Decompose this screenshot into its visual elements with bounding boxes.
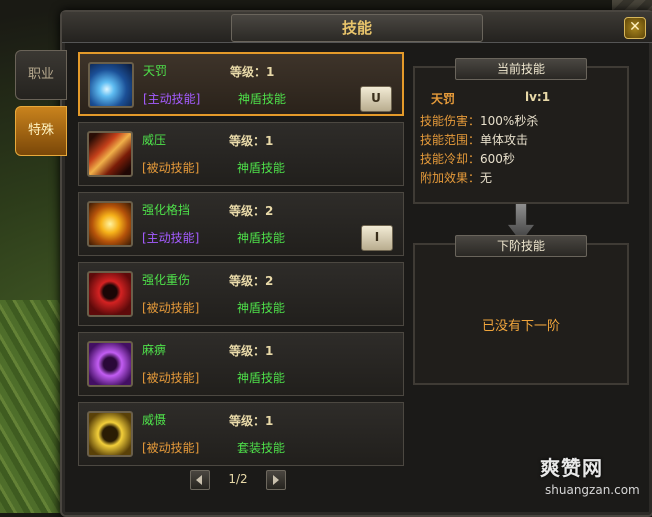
- close-button[interactable]: ✕: [624, 17, 646, 39]
- next-skill-header: 下阶技能: [455, 235, 587, 257]
- skill-row-paralysis[interactable]: 麻痹 等级：1 [被动技能] 神盾技能: [78, 332, 404, 396]
- tab-career[interactable]: 职业: [15, 50, 67, 100]
- skill-category: 神盾技能: [238, 92, 287, 106]
- next-page-button[interactable]: [266, 470, 286, 490]
- attr-value: 无: [480, 171, 493, 185]
- skill-type: [主动技能]: [143, 92, 201, 106]
- skill-list: 天罚 等级：1 [主动技能] 神盾技能 U 威压 等级：1 [被动技能] 神盾技…: [78, 52, 404, 496]
- skill-name: 威压: [142, 133, 167, 147]
- skill-row-enhanced-block[interactable]: 强化格挡 等级：2 [主动技能] 神盾技能 I: [78, 192, 404, 256]
- skill-level: 等级：1: [229, 344, 274, 358]
- hotkey-badge: I: [361, 225, 393, 251]
- skill-name: 麻痹: [142, 343, 167, 357]
- skill-name: 强化重伤: [142, 273, 191, 287]
- skill-category: 神盾技能: [237, 231, 286, 245]
- coercion-icon: [87, 131, 133, 177]
- watermark: 爽赞网: [540, 456, 603, 480]
- page-indicator: 1/2: [228, 472, 248, 486]
- skill-row-coercion[interactable]: 威压 等级：1 [被动技能] 神盾技能: [78, 122, 404, 186]
- tab-special[interactable]: 特殊: [15, 106, 67, 156]
- current-skill-level: lv:1: [525, 90, 551, 104]
- skill-level: 等级：2: [229, 274, 274, 288]
- attr-value: 600秒: [480, 152, 515, 166]
- current-skill-name: 天罚: [431, 92, 456, 106]
- chevron-right-icon: [273, 475, 279, 485]
- skill-row-divine-punishment[interactable]: 天罚 等级：1 [主动技能] 神盾技能 U: [78, 52, 404, 116]
- next-skill-panel: 下阶技能 已没有下一阶: [413, 235, 629, 385]
- attr-key: 附加效果：: [420, 171, 481, 185]
- skill-level: 等级：2: [229, 204, 274, 218]
- enhanced-wound-icon: [87, 271, 133, 317]
- chevron-left-icon: [196, 475, 202, 485]
- skill-type: [被动技能]: [142, 441, 200, 455]
- skill-type: [被动技能]: [142, 301, 200, 315]
- attr-value: 单体攻击: [480, 133, 529, 147]
- skill-name: 天罚: [143, 64, 168, 78]
- skill-category: 神盾技能: [237, 301, 286, 315]
- skill-type: [主动技能]: [142, 231, 200, 245]
- watermark-url: shuangzan.com: [545, 483, 640, 497]
- skill-row-enhanced-wound[interactable]: 强化重伤 等级：2 [被动技能] 神盾技能: [78, 262, 404, 326]
- skill-type: [被动技能]: [142, 371, 200, 385]
- skill-category: 神盾技能: [237, 371, 286, 385]
- skill-name: 威慑: [142, 413, 167, 427]
- skill-level: 等级：1: [229, 134, 274, 148]
- attr-range: 技能范围：单体攻击: [420, 131, 528, 148]
- attr-key: 技能范围：: [420, 133, 481, 147]
- pager: 1/2: [190, 470, 290, 490]
- skill-level: 等级：1: [230, 65, 275, 79]
- deterrence-icon: [87, 411, 133, 457]
- no-next-tier-message: 已没有下一阶: [481, 319, 560, 334]
- current-skill-header: 当前技能: [455, 58, 587, 80]
- skill-level: 等级：1: [229, 414, 274, 428]
- divine-punishment-icon: [88, 62, 134, 108]
- paralysis-icon: [87, 341, 133, 387]
- attr-key: 技能冷却：: [420, 152, 481, 166]
- skill-row-deterrence[interactable]: 威慑 等级：1 [被动技能] 套装技能: [78, 402, 404, 466]
- hotkey-badge: U: [360, 86, 392, 112]
- skill-category: 神盾技能: [237, 161, 286, 175]
- skill-name: 强化格挡: [142, 203, 191, 217]
- window-title: 技能: [231, 14, 483, 42]
- enhanced-block-icon: [87, 201, 133, 247]
- title-bar[interactable]: 技能 ✕: [62, 12, 652, 43]
- attr-cooldown: 技能冷却：600秒: [420, 150, 515, 167]
- skill-type: [被动技能]: [142, 161, 200, 175]
- attr-damage: 技能伤害：100%秒杀: [420, 112, 538, 129]
- skill-category: 套装技能: [237, 441, 286, 455]
- prev-page-button[interactable]: [190, 470, 210, 490]
- current-skill-panel: 当前技能 天罚 lv:1 技能伤害：100%秒杀 技能范围：单体攻击 技能冷却：…: [413, 58, 629, 204]
- attr-key: 技能伤害：: [420, 114, 481, 128]
- attr-value: 100%秒杀: [480, 114, 539, 128]
- attr-extra-effect: 附加效果：无: [420, 169, 492, 186]
